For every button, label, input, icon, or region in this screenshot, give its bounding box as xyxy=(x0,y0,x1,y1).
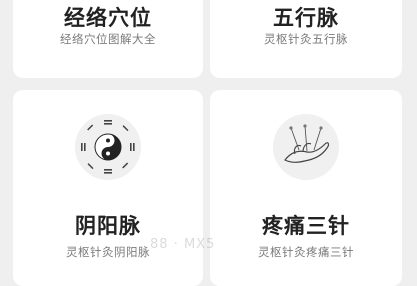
card-subtitle: 经络穴位图解大全 xyxy=(60,32,156,46)
card-title: 五行脉 xyxy=(273,6,339,30)
card-tengtong-sanzhen[interactable]: 疼痛三针 灵枢针灸疼痛三针 xyxy=(210,90,402,286)
card-title: 疼痛三针 xyxy=(262,214,350,238)
card-subtitle: 灵枢针灸五行脉 xyxy=(264,32,348,46)
card-yinyang-mai[interactable]: 阴阳脉 灵枢针灸阴阳脉 xyxy=(13,90,203,286)
card-subtitle: 灵枢针灸疼痛三针 xyxy=(258,245,354,259)
watermark: 88 · MX5 xyxy=(150,237,216,252)
card-title: 经络穴位 xyxy=(64,6,152,30)
card-wuxing-mai[interactable]: 五行脉 灵枢针灸五行脉 xyxy=(210,0,402,78)
card-jingluo-xuewei[interactable]: 经络穴位 经络穴位图解大全 xyxy=(13,0,203,78)
card-title: 阴阳脉 xyxy=(75,214,141,238)
acupuncture-hand-icon xyxy=(273,114,339,180)
yin-yang-bagua-icon xyxy=(75,114,141,180)
